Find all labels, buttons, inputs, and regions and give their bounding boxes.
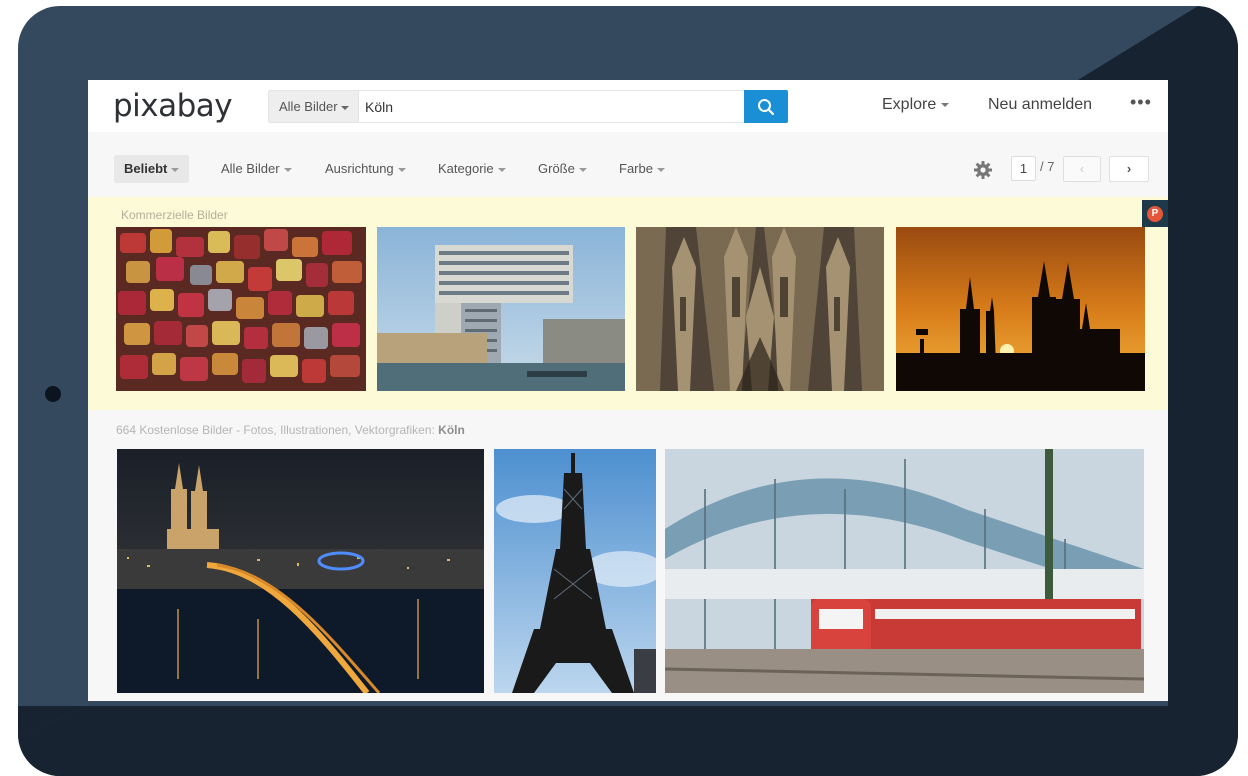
top-navigation-bar: pixabay Alle Bilder Explore Neu anmelden… <box>88 80 1168 132</box>
search-type-dropdown[interactable]: Alle Bilder <box>269 91 359 122</box>
search-bar: Alle Bilder <box>268 90 788 123</box>
caret-down-icon <box>497 167 506 172</box>
filter-size-label: Größe <box>538 161 575 176</box>
caret-down-icon <box>941 102 950 107</box>
filter-sort[interactable]: Beliebt <box>114 155 190 183</box>
thumbnail-cologne-sunset[interactable] <box>896 227 1145 391</box>
browser-screen: pixabay Alle Bilder Explore Neu anmelden… <box>88 80 1168 701</box>
tablet-home-dot <box>45 386 61 402</box>
filter-orientation-label: Ausrichtung <box>325 161 394 176</box>
caret-down-icon <box>578 167 587 172</box>
filter-image-type[interactable]: Alle Bilder <box>221 155 292 183</box>
results-prefix: 664 Kostenlose Bilder - Fotos, Illustrat… <box>116 423 439 437</box>
caret-down-icon <box>397 167 406 172</box>
caret-down-icon <box>283 167 292 172</box>
filter-size[interactable]: Größe <box>538 155 587 183</box>
next-page-button[interactable]: › <box>1109 156 1149 182</box>
page-number-input[interactable]: 1 <box>1011 156 1036 181</box>
chevron-right-icon: › <box>1126 161 1132 176</box>
filter-category-label: Kategorie <box>438 161 494 176</box>
explore-label: Explore <box>882 96 937 113</box>
explore-menu[interactable]: Explore <box>882 96 950 114</box>
filter-orientation[interactable]: Ausrichtung <box>325 155 406 183</box>
pixabay-badge-icon[interactable]: P <box>1142 200 1168 227</box>
caret-down-icon <box>656 167 665 172</box>
thumbnail-cathedral-facade[interactable] <box>636 227 884 391</box>
search-type-label: Alle Bilder <box>279 99 338 114</box>
filter-sort-label: Beliebt <box>124 161 168 176</box>
page-total: / 7 <box>1040 159 1055 174</box>
commercial-images-section: Kommerzielle Bilder P <box>88 197 1168 410</box>
results-count: 664 Kostenlose Bilder - Fotos, Illustrat… <box>116 423 465 437</box>
thumbnail-love-locks[interactable] <box>116 227 366 391</box>
filter-category[interactable]: Kategorie <box>438 155 506 183</box>
thumbnail-train-station[interactable] <box>665 449 1144 693</box>
filter-color[interactable]: Farbe <box>619 155 665 183</box>
thumbnail-tower[interactable] <box>494 449 656 693</box>
search-button[interactable] <box>744 90 788 123</box>
search-icon <box>758 99 775 116</box>
filter-image-type-label: Alle Bilder <box>221 161 280 176</box>
search-input[interactable] <box>365 91 735 122</box>
badge-letter: P <box>1147 206 1163 222</box>
filter-bar: Beliebt Alle Bilder Ausrichtung Kategori… <box>88 132 1168 196</box>
thumbnail-cologne-night[interactable] <box>117 449 484 693</box>
thumbnail-crane-house[interactable] <box>377 227 625 391</box>
signup-link[interactable]: Neu anmelden <box>988 96 1092 114</box>
chevron-left-icon: ‹ <box>1079 161 1085 176</box>
caret-down-icon <box>340 105 349 110</box>
more-menu-button[interactable]: ••• <box>1130 92 1152 113</box>
prev-page-button[interactable]: ‹ <box>1063 156 1101 182</box>
commercial-images-label: Kommerzielle Bilder <box>121 208 228 222</box>
pixabay-logo[interactable]: pixabay <box>113 88 233 124</box>
gear-icon[interactable] <box>973 160 993 180</box>
results-query: Köln <box>438 423 465 437</box>
caret-down-icon <box>171 167 180 172</box>
filter-color-label: Farbe <box>619 161 653 176</box>
